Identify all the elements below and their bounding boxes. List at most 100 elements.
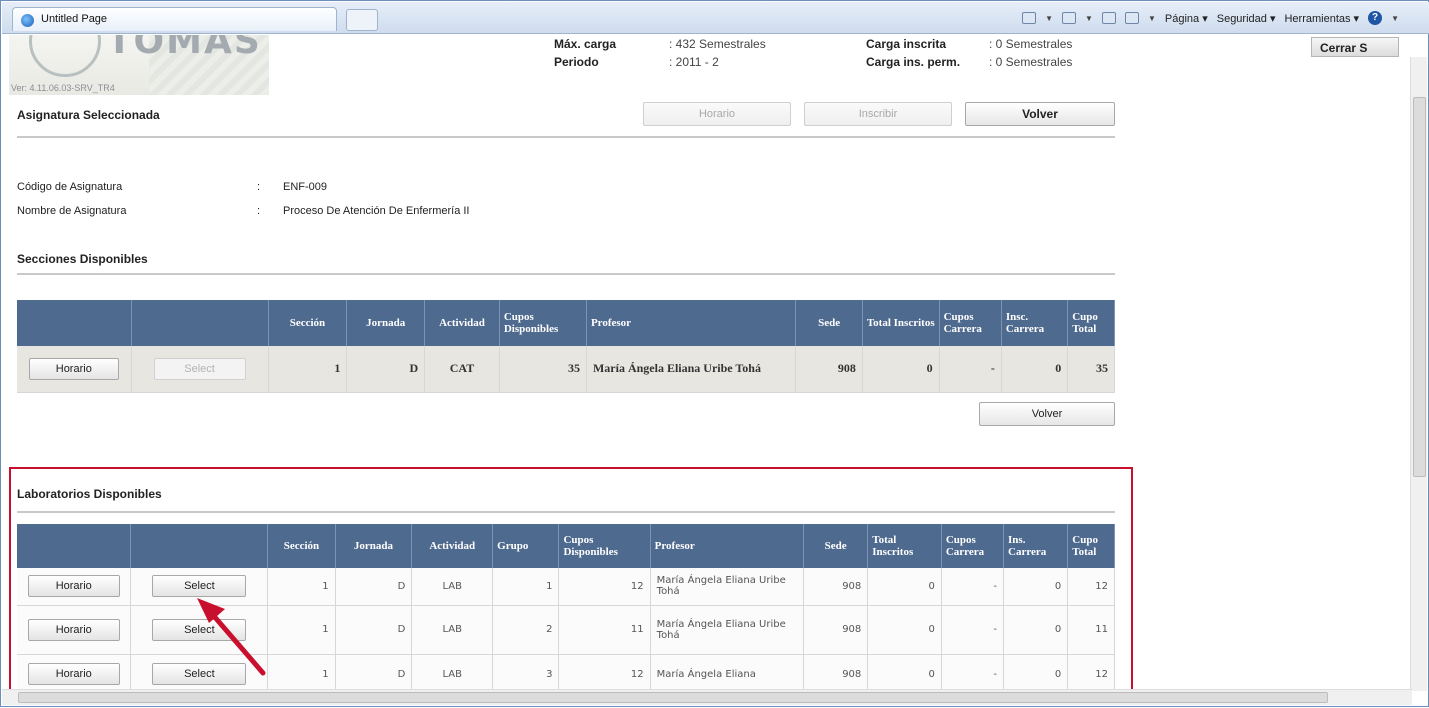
page-header: TOMAS Ver: 4.11.06.03-SRV_TR4 Máx. carga… <box>9 35 1409 95</box>
vertical-scrollbar[interactable] <box>1410 57 1427 691</box>
col-header-profesor: Profesor <box>586 300 797 346</box>
col-header-total: Total Inscritos <box>862 300 940 346</box>
browser-toolbar: Untitled Page ▼ ▼ ▼ Página ▾ Seguridad ▾… <box>2 2 1429 34</box>
asignatura-title: Asignatura Seleccionada <box>17 108 160 122</box>
cell-grupo: 2 <box>492 605 560 655</box>
cell-actividad: CAT <box>424 346 500 393</box>
cell-cupos-carrera: - <box>939 346 1002 393</box>
horario-button[interactable]: Horario <box>28 357 119 380</box>
cell-cupos: 11 <box>558 605 651 655</box>
col-header <box>130 524 269 568</box>
codigo-label: Código de Asignatura <box>17 181 123 193</box>
cell-cupo-total: 35 <box>1067 346 1115 393</box>
select-button[interactable]: Select <box>152 618 247 641</box>
select-button[interactable]: Select <box>152 575 247 598</box>
col-header-cupo-total: Cupo Total <box>1067 524 1115 568</box>
menu-herramientas[interactable]: Herramientas ▾ <box>1284 12 1359 25</box>
max-carga-label: Máx. carga <box>554 37 617 51</box>
cell-seccion: 1 <box>268 346 348 393</box>
cell-sede: 908 <box>803 654 869 689</box>
cell-actividad: LAB <box>411 605 494 655</box>
col-header-jornada: Jornada <box>346 300 426 346</box>
table-row: Horario Select 1 D CAT 35 María Ángela E… <box>17 346 1115 393</box>
table-row: Horario Select 1 D LAB 3 12 María Ángela… <box>17 654 1115 689</box>
home-icon[interactable] <box>1022 12 1037 24</box>
seal-icon <box>29 35 101 77</box>
cell-sede: 908 <box>795 346 863 393</box>
col-header-seccion: Sección <box>268 300 348 346</box>
browser-tab[interactable]: Untitled Page <box>12 7 337 31</box>
table-row: Horario Select 1 D LAB 1 12 María Ángela… <box>17 568 1115 606</box>
cell-profesor-link[interactable]: María Ángela Eliana Uribe Tohá <box>650 605 805 655</box>
close-session-button[interactable]: Cerrar S <box>1311 37 1399 57</box>
chevron-down-icon[interactable]: ▼ <box>1045 14 1053 23</box>
cell-actividad: LAB <box>411 568 494 606</box>
cell-total: 0 <box>867 568 942 606</box>
chevron-down-icon[interactable]: ▼ <box>1391 14 1399 23</box>
cell: Select <box>131 346 269 393</box>
cell-profesor: María Ángela Eliana Uribe Tohá <box>586 346 797 393</box>
mail-icon[interactable] <box>1101 12 1116 24</box>
cell: Horario <box>17 605 132 655</box>
cell: Select <box>130 568 269 606</box>
table-header-row: Sección Jornada Actividad Grupo Cupos Di… <box>17 524 1115 568</box>
cell-cupos-carrera: - <box>941 568 1005 606</box>
browser-window: Untitled Page ▼ ▼ ▼ Página ▾ Seguridad ▾… <box>0 0 1429 707</box>
cell-jornada: D <box>335 654 413 689</box>
help-icon[interactable]: ? <box>1368 11 1383 25</box>
cell: Select <box>130 605 269 655</box>
cell-cupo-total: 12 <box>1067 654 1115 689</box>
scrollbar-thumb[interactable] <box>18 692 1328 703</box>
col-header-sede: Sede <box>803 524 869 568</box>
print-icon[interactable] <box>1124 12 1139 24</box>
cell-ins-carrera: 0 <box>1003 568 1069 606</box>
inscribir-button[interactable]: Inscribir <box>804 102 952 126</box>
cell-ins-carrera: 0 <box>1003 605 1069 655</box>
new-tab-button[interactable] <box>346 9 378 31</box>
select-button[interactable]: Select <box>153 357 246 380</box>
col-header-seccion: Sección <box>267 524 336 568</box>
laboratorios-table: Sección Jornada Actividad Grupo Cupos Di… <box>17 524 1115 689</box>
laboratorios-title: Laboratorios Disponibles <box>17 487 162 501</box>
col-header-sede: Sede <box>795 300 863 346</box>
feeds-icon[interactable] <box>1062 12 1077 24</box>
cell-total: 0 <box>862 346 940 393</box>
col-header-cupos: Cupos Disponibles <box>558 524 651 568</box>
horizontal-scrollbar[interactable] <box>2 689 1412 705</box>
nombre-separator: : <box>257 205 261 217</box>
cell-cupos: 12 <box>558 568 651 606</box>
cell-cupo-total: 11 <box>1067 605 1115 655</box>
cell-jornada: D <box>335 605 413 655</box>
chevron-down-icon[interactable]: ▼ <box>1085 14 1093 23</box>
col-header-grupo: Grupo <box>492 524 560 568</box>
horario-button[interactable]: Horario <box>643 102 791 126</box>
cell-sede-link[interactable]: 908 <box>803 605 869 655</box>
divider <box>17 273 1115 275</box>
horario-button[interactable]: Horario <box>27 618 120 641</box>
horario-button[interactable]: Horario <box>27 575 120 598</box>
command-bar: ▼ ▼ ▼ Página ▾ Seguridad ▾ Herramientas … <box>1022 11 1399 25</box>
cell-profesor: María Ángela Eliana <box>650 654 805 689</box>
volver-secciones-button[interactable]: Volver <box>979 402 1115 426</box>
cell-seccion: 1 <box>267 568 336 606</box>
cell-cupos-carrera: - <box>941 605 1005 655</box>
col-header-jornada: Jornada <box>335 524 413 568</box>
volver-button[interactable]: Volver <box>965 102 1115 126</box>
cell-total: 0 <box>867 605 942 655</box>
cell-actividad: LAB <box>411 654 494 689</box>
codigo-value: ENF-009 <box>283 181 328 193</box>
menu-seguridad[interactable]: Seguridad ▾ <box>1217 12 1276 25</box>
col-header <box>17 524 132 568</box>
cell-insc-carrera: 0 <box>1001 346 1069 393</box>
horario-button[interactable]: Horario <box>27 663 120 685</box>
chevron-down-icon[interactable]: ▼ <box>1148 14 1156 23</box>
select-button[interactable]: Select <box>152 663 247 685</box>
laboratorios-table-viewport: Sección Jornada Actividad Grupo Cupos Di… <box>17 524 1115 689</box>
nombre-label: Nombre de Asignatura <box>17 205 127 217</box>
max-carga-value: : 432 Semestrales <box>669 37 766 51</box>
cell-seccion: 1 <box>267 605 336 655</box>
periodo-label: Periodo <box>554 55 599 69</box>
scrollbar-thumb[interactable] <box>1413 97 1426 477</box>
menu-pagina[interactable]: Página ▾ <box>1165 12 1208 25</box>
nombre-value: Proceso De Atención De Enfermería II <box>283 205 470 217</box>
